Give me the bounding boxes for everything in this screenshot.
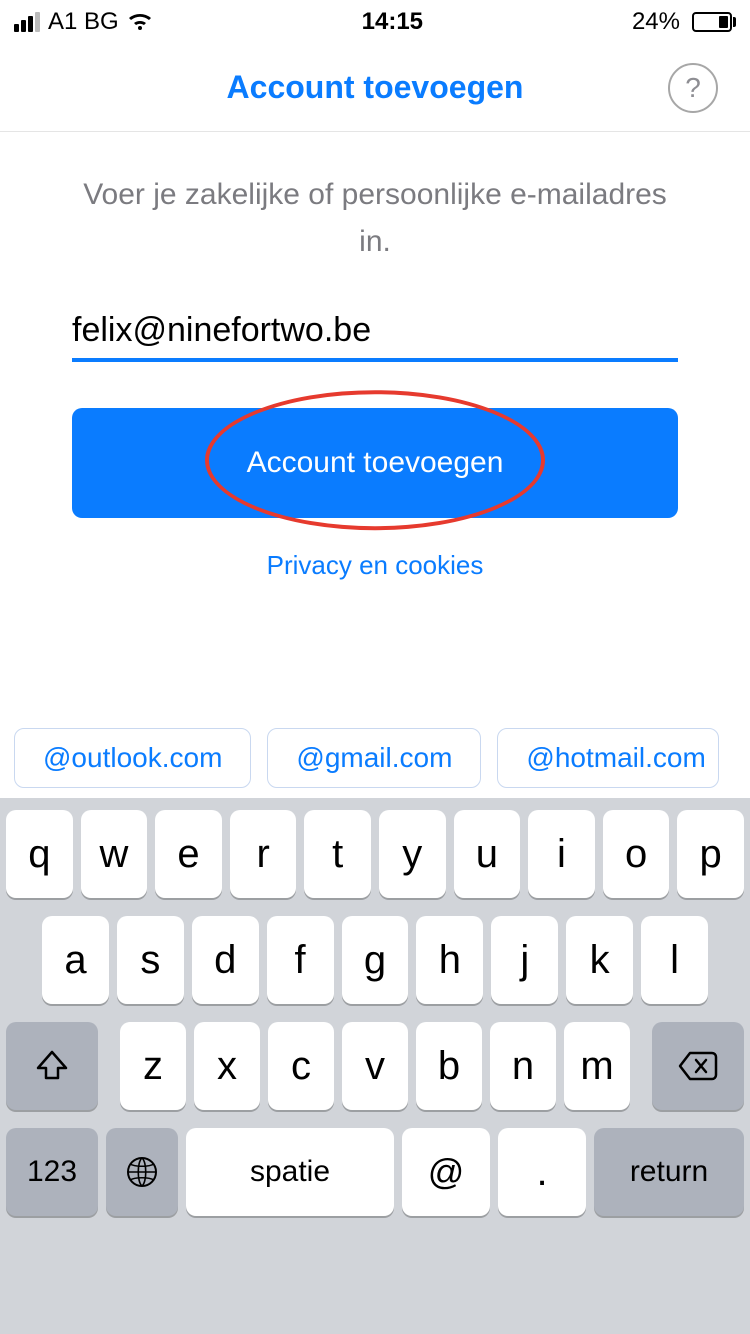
letter-key[interactable]: p [677,810,744,898]
letter-key[interactable]: b [416,1022,482,1110]
keyboard-row: asdfghjkl [6,916,744,1004]
status-bar: A1 BG 14:15 24% [0,0,750,44]
globe-icon [125,1155,159,1189]
letter-key[interactable]: r [230,810,297,898]
help-button[interactable]: ? [668,63,718,113]
page-title: Account toevoegen [227,69,524,106]
keyboard: qwertyuiop asdfghjkl zxcvbnm 123 spatie … [0,798,750,1334]
shift-icon [35,1050,69,1082]
add-account-button[interactable]: Account toevoegen [72,408,678,518]
letter-key[interactable]: x [194,1022,260,1110]
globe-key[interactable] [106,1128,178,1216]
instruction-text: Voer je zakelijke of persoonlijke e-mail… [72,172,678,265]
content: Voer je zakelijke of persoonlijke e-mail… [0,132,750,581]
numbers-key[interactable]: 123 [6,1128,98,1216]
letter-key[interactable]: m [564,1022,630,1110]
letter-key[interactable]: a [42,916,109,1004]
letter-key[interactable]: n [490,1022,556,1110]
email-field[interactable] [72,311,678,350]
at-key[interactable]: @ [402,1128,490,1216]
letter-key[interactable]: e [155,810,222,898]
letter-key[interactable]: u [454,810,521,898]
letter-key[interactable]: d [192,916,259,1004]
dot-key[interactable]: . [498,1128,586,1216]
letter-key[interactable]: w [81,810,148,898]
letter-key[interactable]: v [342,1022,408,1110]
question-icon: ? [685,72,701,104]
battery-icon [688,12,736,32]
keyboard-row: qwertyuiop [6,810,744,898]
suggestion-chip[interactable]: @hotmail.com [497,728,718,788]
letter-key[interactable]: q [6,810,73,898]
space-key[interactable]: spatie [186,1128,394,1216]
backspace-key[interactable] [652,1022,744,1110]
battery-percent: 24% [632,8,680,36]
letter-key[interactable]: t [304,810,371,898]
nav-bar: Account toevoegen ? [0,44,750,132]
keyboard-row: zxcvbnm [6,1022,744,1110]
status-time: 14:15 [362,8,423,36]
wifi-icon [127,12,153,32]
letter-key[interactable]: h [416,916,483,1004]
letter-key[interactable]: o [603,810,670,898]
letter-key[interactable]: l [641,916,708,1004]
letter-key[interactable]: z [120,1022,186,1110]
return-key[interactable]: return [594,1128,744,1216]
suggestion-chip[interactable]: @outlook.com [14,728,251,788]
backspace-icon [678,1051,718,1081]
cellular-signal-icon [14,12,40,32]
suggestion-chip[interactable]: @gmail.com [267,728,481,788]
domain-suggestions: @outlook.com @gmail.com @hotmail.com [0,718,750,798]
letter-key[interactable]: i [528,810,595,898]
letter-key[interactable]: k [566,916,633,1004]
letter-key[interactable]: y [379,810,446,898]
privacy-link[interactable]: Privacy en cookies [267,550,484,581]
status-right: 24% [632,8,736,36]
status-left: A1 BG [14,8,153,36]
keyboard-row: 123 spatie @ . return [6,1128,744,1216]
letter-key[interactable]: g [342,916,409,1004]
carrier-label: A1 BG [48,8,119,36]
letter-key[interactable]: s [117,916,184,1004]
add-account-label: Account toevoegen [247,446,504,480]
letter-key[interactable]: c [268,1022,334,1110]
email-input-wrap[interactable] [72,311,678,362]
letter-key[interactable]: f [267,916,334,1004]
shift-key[interactable] [6,1022,98,1110]
letter-key[interactable]: j [491,916,558,1004]
